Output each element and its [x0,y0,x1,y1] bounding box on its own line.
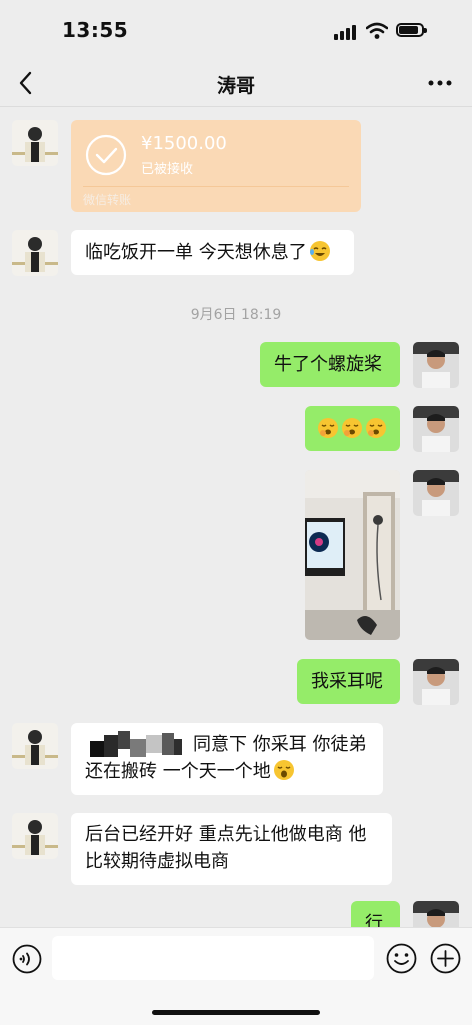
avatar-self[interactable] [413,342,459,388]
emoji-icon[interactable] [386,943,417,974]
transfer-card[interactable]: ¥1500.00 已被接收 微信转账 [71,120,361,212]
redacted-block [90,731,182,757]
message-text: 我采耳呢 [311,671,383,692]
status-time: 13:55 [62,18,129,42]
avatar-self[interactable] [413,901,459,927]
sleepy-emoji-icon [273,760,294,780]
yawning-emoji-icon [318,418,338,438]
timestamp: 9月6日 18:19 [190,307,282,323]
message-line: 后台已经开好 重点先让他做电商 他 [85,821,378,848]
check-icon [85,134,127,176]
more-icon[interactable] [426,72,454,94]
message-text: 牛了个螺旋桨 [274,354,382,375]
laughing-tears-emoji-icon [309,241,330,261]
photo-message[interactable] [305,470,400,640]
message-line: 比较期待虚拟电商 [85,848,378,875]
avatar-self[interactable] [413,406,459,452]
message-bubble[interactable]: 后台已经开好 重点先让他做电商 他 比较期待虚拟电商 [71,813,392,885]
message-text: 比较期待虚拟电商 [85,851,229,872]
avatar-contact[interactable] [12,120,58,166]
battery-icon [396,23,427,37]
status-bar: 13:55 [0,0,472,60]
message-bubble-self[interactable]: 牛了个螺旋桨 [260,342,400,387]
transfer-label: 微信转账 [83,193,132,207]
transfer-status: 已被接收 [141,162,194,177]
input-bar [0,927,472,1025]
voice-icon[interactable] [12,944,42,974]
yawning-emoji-icon [366,418,386,438]
message-line: 还在搬砖 一个天一个地 [85,758,369,785]
chat-area[interactable]: ¥1500.00 已被接收 微信转账 临吃饭开一单 今天想休息了 9月6日 18… [0,107,472,927]
chat-title: 涛哥 [216,75,255,97]
wifi-icon [366,22,388,39]
message-text: 临吃饭开一单 今天想休息了 [85,242,307,263]
signal-icon [334,24,358,40]
transfer-divider [83,186,349,187]
chat-header: 涛哥 [0,60,472,107]
message-bubble-self[interactable] [305,406,400,451]
message-input[interactable] [52,936,374,980]
plus-icon[interactable] [430,943,461,974]
avatar-contact[interactable] [12,723,58,769]
avatar-contact[interactable] [12,813,58,859]
message-bubble-self[interactable]: 行 [351,901,400,927]
message-text: 行 [365,913,383,927]
message-text: 后台已经开好 重点先让他做电商 他 [85,824,367,845]
message-text: 同意下 你采耳 你徒弟 [193,734,367,755]
message-bubble-self[interactable]: 我采耳呢 [297,659,400,704]
message-text: 还在搬砖 一个天一个地 [85,761,271,782]
avatar-contact[interactable] [12,230,58,276]
avatar-self[interactable] [413,470,459,516]
transfer-amount: ¥1500.00 [141,133,227,154]
avatar-self[interactable] [413,659,459,705]
yawning-emoji-icon [342,418,362,438]
home-indicator [152,1010,320,1015]
message-bubble[interactable]: 临吃饭开一单 今天想休息了 [71,230,354,275]
